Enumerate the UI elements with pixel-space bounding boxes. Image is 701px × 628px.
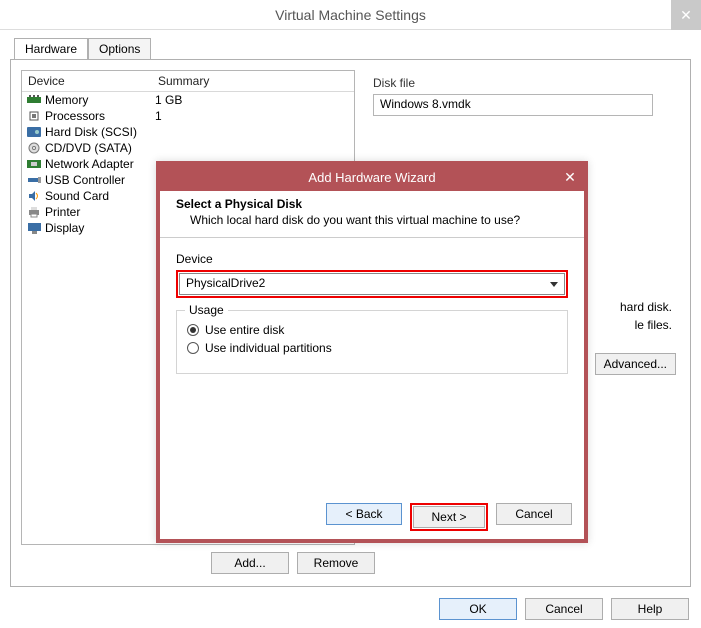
wizard-cancel-button[interactable]: Cancel xyxy=(496,503,572,525)
device-details: Disk file Windows 8.vmdk xyxy=(363,70,680,122)
cpu-icon xyxy=(26,109,42,123)
hdd-icon xyxy=(26,125,42,139)
device-row-processors[interactable]: Processors 1 xyxy=(22,108,354,124)
wizard-title: Add Hardware Wizard xyxy=(308,170,435,185)
remove-button[interactable]: Remove xyxy=(297,552,375,574)
memory-icon xyxy=(26,93,42,107)
wizard-subheading: Which local hard disk do you want this v… xyxy=(190,213,568,227)
device-name: Hard Disk (SCSI) xyxy=(45,125,155,139)
wizard-close-button[interactable]: ✕ xyxy=(560,168,580,186)
nic-icon xyxy=(26,157,42,171)
device-summary: 1 GB xyxy=(155,93,350,107)
device-name: Memory xyxy=(45,93,155,107)
printer-icon xyxy=(26,205,42,219)
column-device[interactable]: Device xyxy=(22,71,152,91)
device-combo-highlight: PhysicalDrive2 xyxy=(176,270,568,298)
device-name: Network Adapter xyxy=(45,157,155,171)
device-row-hdd[interactable]: Hard Disk (SCSI) xyxy=(22,124,354,140)
capacity-text-fragment: le files. xyxy=(635,318,672,332)
wizard-body: Device PhysicalDrive2 Usage Use entire d… xyxy=(160,238,584,382)
radio-label: Use individual partitions xyxy=(205,341,332,355)
wizard-heading: Select a Physical Disk xyxy=(176,197,302,211)
wizard-header: Select a Physical Disk Which local hard … xyxy=(160,191,584,238)
radio-icon xyxy=(187,342,199,354)
close-icon: ✕ xyxy=(564,164,576,190)
cancel-button[interactable]: Cancel xyxy=(525,598,603,620)
usage-group: Usage Use entire disk Use individual par… xyxy=(176,310,568,374)
advanced-button[interactable]: Advanced... xyxy=(595,353,676,375)
column-summary[interactable]: Summary xyxy=(152,71,354,91)
device-row-cd[interactable]: CD/DVD (SATA) xyxy=(22,140,354,156)
device-field-label: Device xyxy=(176,252,568,266)
device-name: Display xyxy=(45,221,155,235)
ok-button[interactable]: OK xyxy=(439,598,517,620)
tabstrip: Hardware Options xyxy=(14,38,691,59)
device-name: USB Controller xyxy=(45,173,155,187)
radio-use-individual-partitions[interactable]: Use individual partitions xyxy=(187,341,557,355)
device-list-header: Device Summary xyxy=(22,71,354,92)
capacity-text-fragment: hard disk. xyxy=(620,300,672,314)
wizard-titlebar: Add Hardware Wizard ✕ xyxy=(160,165,584,191)
wizard-footer: < Back Next > Cancel xyxy=(326,503,572,531)
diskfile-label: Disk file xyxy=(373,76,670,90)
help-button[interactable]: Help xyxy=(611,598,689,620)
window-title: Virtual Machine Settings xyxy=(275,7,426,23)
usb-icon xyxy=(26,173,42,187)
sound-icon xyxy=(26,189,42,203)
usage-legend: Usage xyxy=(185,303,228,317)
next-button-highlight: Next > xyxy=(410,503,488,531)
window-close-button[interactable]: ✕ xyxy=(671,0,701,30)
device-name: CD/DVD (SATA) xyxy=(45,141,155,155)
back-button[interactable]: < Back xyxy=(326,503,402,525)
display-icon xyxy=(26,221,42,235)
radio-label: Use entire disk xyxy=(205,323,284,337)
radio-use-entire-disk[interactable]: Use entire disk xyxy=(187,323,557,337)
device-name: Processors xyxy=(45,109,155,123)
radio-icon xyxy=(187,324,199,336)
tab-options[interactable]: Options xyxy=(88,38,151,59)
device-name: Printer xyxy=(45,205,155,219)
next-button[interactable]: Next > xyxy=(413,506,485,528)
window-titlebar: Virtual Machine Settings ✕ xyxy=(0,0,701,30)
device-row-memory[interactable]: Memory 1 GB xyxy=(22,92,354,108)
close-icon: ✕ xyxy=(680,7,692,24)
cd-icon xyxy=(26,141,42,155)
device-name: Sound Card xyxy=(45,189,155,203)
add-button[interactable]: Add... xyxy=(211,552,289,574)
add-hardware-wizard: Add Hardware Wizard ✕ Select a Physical … xyxy=(156,161,588,543)
device-summary: 1 xyxy=(155,109,350,123)
diskfile-input[interactable]: Windows 8.vmdk xyxy=(373,94,653,116)
tab-hardware[interactable]: Hardware xyxy=(14,38,88,59)
device-combobox[interactable]: PhysicalDrive2 xyxy=(179,273,565,295)
